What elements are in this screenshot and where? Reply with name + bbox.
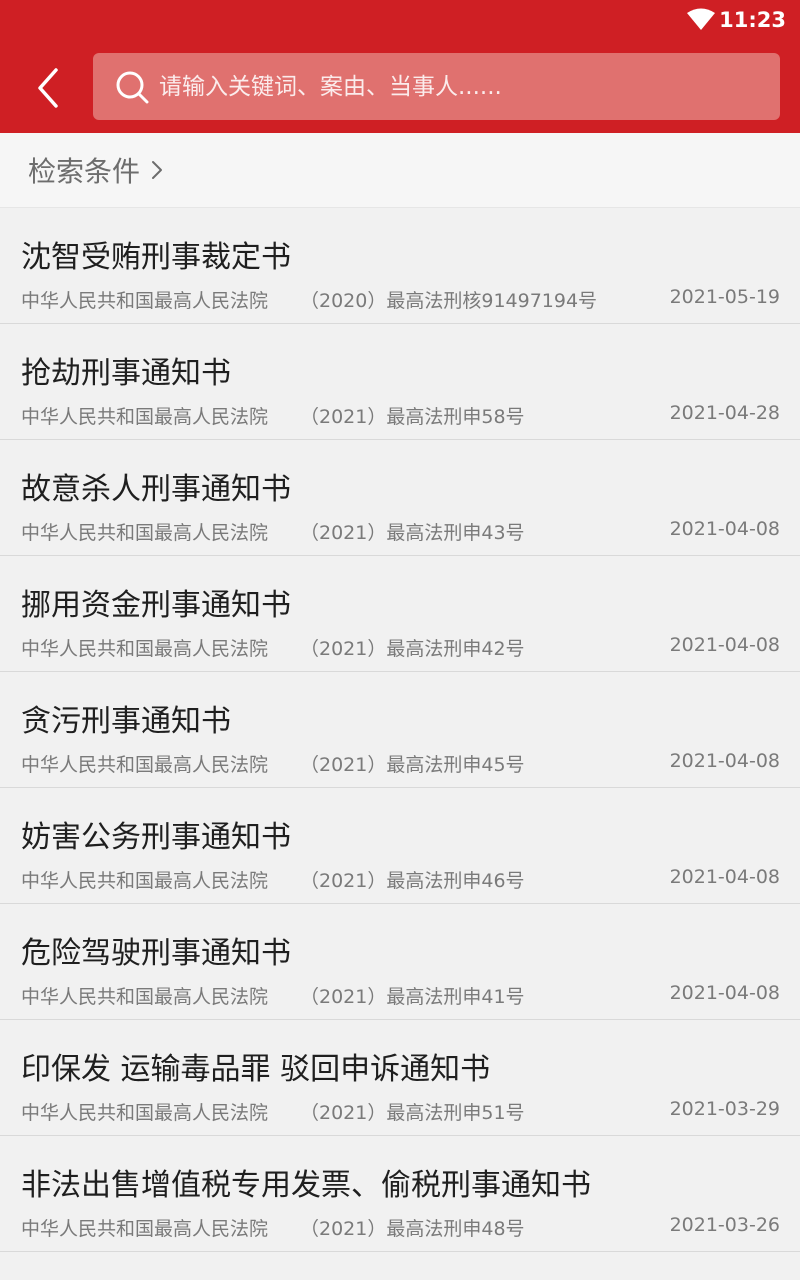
item-case-number: （2021）最高法刑申48号 — [300, 1218, 525, 1240]
item-court: 中华人民共和国最高人民法院 — [21, 638, 269, 660]
item-date: 2021-04-08 — [669, 750, 780, 772]
filter-conditions[interactable]: 检索条件 — [0, 133, 800, 208]
status-bar: 11:23 — [0, 0, 800, 40]
list-item[interactable]: 妨害公务刑事通知书 中华人民共和国最高人民法院 （2021）最高法刑申46号 2… — [0, 788, 800, 904]
back-button[interactable] — [26, 64, 70, 112]
item-title: 妨害公务刑事通知书 — [21, 820, 291, 855]
status-time: 11:23 — [719, 8, 786, 32]
item-date: 2021-04-08 — [669, 634, 780, 656]
item-court: 中华人民共和国最高人民法院 — [21, 870, 269, 892]
item-title: 挪用资金刑事通知书 — [21, 588, 291, 623]
item-date: 2021-04-08 — [669, 982, 780, 1004]
item-case-number: （2021）最高法刑申51号 — [300, 1102, 525, 1124]
item-date: 2021-04-28 — [669, 402, 780, 424]
item-case-number: （2021）最高法刑申41号 — [300, 986, 525, 1008]
item-date: 2021-03-26 — [669, 1214, 780, 1236]
item-title: 危险驾驶刑事通知书 — [21, 936, 291, 971]
list-item[interactable]: 挪用资金刑事通知书 中华人民共和国最高人民法院 （2021）最高法刑申42号 2… — [0, 556, 800, 672]
top-bar — [0, 40, 800, 133]
back-arrow-icon — [38, 68, 58, 108]
item-court: 中华人民共和国最高人民法院 — [21, 1102, 269, 1124]
wifi-icon — [687, 8, 715, 30]
item-case-number: （2020）最高法刑核91497194号 — [300, 290, 598, 312]
search-box[interactable] — [93, 52, 780, 121]
item-court: 中华人民共和国最高人民法院 — [21, 522, 269, 544]
item-title: 非法出售增值税专用发票、偷税刑事通知书 — [21, 1168, 591, 1203]
item-case-number: （2021）最高法刑申43号 — [300, 522, 525, 544]
list-item[interactable]: 危险驾驶刑事通知书 中华人民共和国最高人民法院 （2021）最高法刑申41号 2… — [0, 904, 800, 1020]
item-case-number: （2021）最高法刑申46号 — [300, 870, 525, 892]
item-court: 中华人民共和国最高人民法院 — [21, 290, 269, 312]
item-case-number: （2021）最高法刑申58号 — [300, 406, 525, 428]
item-case-number: （2021）最高法刑申42号 — [300, 638, 525, 660]
search-input[interactable] — [149, 52, 780, 121]
search-icon — [116, 71, 149, 103]
filter-label: 检索条件 — [28, 155, 141, 188]
item-date: 2021-05-19 — [669, 286, 780, 308]
item-title: 贪污刑事通知书 — [21, 704, 231, 739]
item-title: 故意杀人刑事通知书 — [21, 472, 291, 507]
list-item[interactable]: 沈智受贿刑事裁定书 中华人民共和国最高人民法院 （2020）最高法刑核91497… — [0, 208, 800, 324]
list-item[interactable]: 故意杀人刑事通知书 中华人民共和国最高人民法院 （2021）最高法刑申43号 2… — [0, 440, 800, 556]
item-title: 抢劫刑事通知书 — [21, 356, 231, 391]
list-item[interactable]: 抢劫刑事通知书 中华人民共和国最高人民法院 （2021）最高法刑申58号 202… — [0, 324, 800, 440]
item-title: 沈智受贿刑事裁定书 — [21, 240, 291, 275]
item-court: 中华人民共和国最高人民法院 — [21, 1218, 269, 1240]
list-item[interactable]: 非法出售增值税专用发票、偷税刑事通知书 中华人民共和国最高人民法院 （2021）… — [0, 1136, 800, 1252]
list-item[interactable]: 印保发 运输毒品罪 驳回申诉通知书 中华人民共和国最高人民法院 （2021）最高… — [0, 1020, 800, 1136]
item-court: 中华人民共和国最高人民法院 — [21, 754, 269, 776]
item-court: 中华人民共和国最高人民法院 — [21, 986, 269, 1008]
item-date: 2021-03-29 — [669, 1098, 780, 1120]
result-list: 沈智受贿刑事裁定书 中华人民共和国最高人民法院 （2020）最高法刑核91497… — [0, 208, 800, 1252]
item-title: 印保发 运输毒品罪 驳回申诉通知书 — [21, 1052, 491, 1087]
list-item[interactable]: 贪污刑事通知书 中华人民共和国最高人民法院 （2021）最高法刑申45号 202… — [0, 672, 800, 788]
item-case-number: （2021）最高法刑申45号 — [300, 754, 525, 776]
item-court: 中华人民共和国最高人民法院 — [21, 406, 269, 428]
item-date: 2021-04-08 — [669, 518, 780, 540]
item-date: 2021-04-08 — [669, 866, 780, 888]
chevron-right-icon — [152, 161, 163, 179]
